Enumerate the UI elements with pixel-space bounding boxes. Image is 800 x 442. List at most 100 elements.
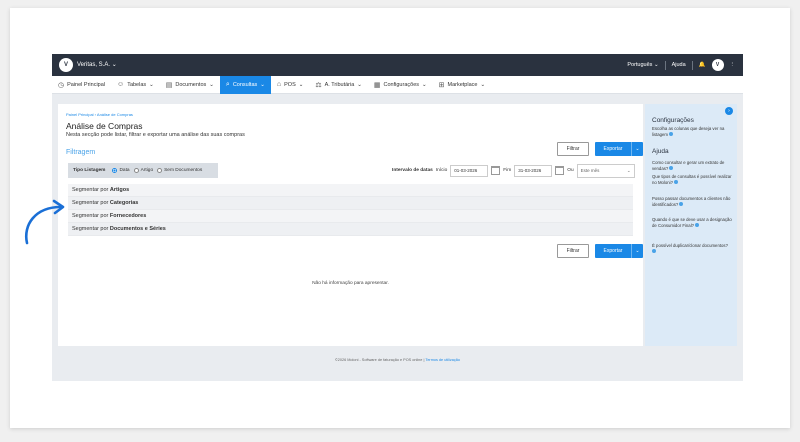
footer: ©2026 Moloni - Software de faturação e P… xyxy=(52,358,743,362)
chevron-down-icon: ⌄ xyxy=(653,62,659,68)
sidebar-toggle-icon[interactable]: › xyxy=(725,107,733,115)
filter-button-top[interactable]: Filtrar xyxy=(557,142,589,156)
language-label: Português xyxy=(627,62,653,68)
info-icon xyxy=(695,223,700,228)
menu-item-label: POS xyxy=(284,81,296,88)
filtragem-heading: Filtragem xyxy=(66,149,96,156)
sidebar-config-link[interactable]: Escolha as colunas que deseja ver na lis… xyxy=(652,126,732,137)
tipo-listagem-group: Tipo Listagem Data Artigo Sem Documentos xyxy=(68,163,218,178)
end-date-input[interactable]: 31-03-2026 xyxy=(514,164,553,177)
export-label: Exportar xyxy=(603,248,623,254)
tipo-listagem-options: Data Artigo Sem Documentos xyxy=(112,168,202,173)
segment-prefix: Segmentar por xyxy=(72,226,110,232)
calendar-icon[interactable] xyxy=(555,166,565,175)
app-window: V Veritas, S.A. ⌄ Português ⌄ Ajuda 🔔 V … xyxy=(52,54,743,381)
chevron-down-icon: ⌄ xyxy=(209,81,214,88)
avatar[interactable]: V xyxy=(711,59,724,71)
empty-message: Não há informação para apresentar. xyxy=(312,281,389,286)
help-link-item[interactable]: Que tipos de consultas é possível realiz… xyxy=(652,174,732,185)
bell-icon[interactable]: 🔔 xyxy=(699,62,706,68)
company-logo-icon[interactable]: V xyxy=(59,58,73,72)
divider xyxy=(664,60,666,70)
chevron-down-icon: ⌄ xyxy=(298,81,304,88)
segment-row[interactable]: Segmentar por Artigos xyxy=(68,184,633,197)
curved-arrow-icon xyxy=(24,199,65,245)
info-icon xyxy=(674,180,679,185)
tipo-option-2[interactable]: Sem Documentos xyxy=(157,168,202,173)
help-link-text: Que tipos de consultas é possível realiz… xyxy=(652,174,732,185)
sidebar-config-title: Configurações xyxy=(652,117,694,124)
segment-prefix: Segmentar por xyxy=(72,200,110,206)
help-link-item[interactable]: Posso passar documentos a clientes não i… xyxy=(652,196,732,207)
topbar: V Veritas, S.A. ⌄ Português ⌄ Ajuda 🔔 V … xyxy=(52,54,743,76)
start-label: Início xyxy=(435,168,448,173)
marketplace-icon: ⊞ xyxy=(438,81,445,89)
tipo-listagem-label: Tipo Listagem xyxy=(73,168,106,173)
tipo-option-label: Sem Documentos xyxy=(164,168,203,173)
help-link[interactable]: Ajuda xyxy=(672,62,686,68)
radio-icon[interactable] xyxy=(112,168,118,173)
menu-item-label: Configurações xyxy=(383,81,419,88)
menu-item-pos[interactable]: ⌂ POS ⌄ xyxy=(271,76,309,94)
help-link-item[interactable]: Como consultar e gerar um extrato de ven… xyxy=(652,160,732,171)
main-panel: Painel Principal › Análise de Compras An… xyxy=(58,104,643,346)
or-label: Ou xyxy=(567,168,574,173)
menu-item-marketplace[interactable]: ⊞ Marketplace ⌄ xyxy=(433,76,491,94)
segment-row[interactable]: Segmentar por Categorias xyxy=(68,197,633,210)
radio-icon[interactable] xyxy=(157,168,163,173)
segment-name: Fornecedores xyxy=(109,213,147,219)
info-icon xyxy=(669,132,674,137)
menu-item-configura-es[interactable]: ▦ Configurações ⌄ xyxy=(368,76,433,94)
menu-item-label: Painel Principal xyxy=(67,81,106,88)
help-link-item[interactable]: Quando é que se deve usar a designação d… xyxy=(652,217,732,228)
settings-icon: ▦ xyxy=(373,81,381,89)
segment-name: Artigos xyxy=(109,187,130,193)
chevron-down-icon: ⌄ xyxy=(357,81,362,88)
company-selector[interactable]: Veritas, S.A. ⌄ xyxy=(77,61,117,68)
radio-icon[interactable] xyxy=(133,168,139,173)
menu-item-label: Consultas xyxy=(232,81,258,88)
menu-item-tabelas[interactable]: ☺ Tabelas ⌄ xyxy=(111,76,160,94)
filter-button-bottom[interactable]: Filtrar xyxy=(557,244,589,258)
chevron-down-icon: ⌄ xyxy=(626,167,631,173)
breadcrumb[interactable]: Painel Principal › Análise de Compras xyxy=(66,112,133,117)
menu-item-consultas[interactable]: ⌕ Consultas ⌄ xyxy=(219,75,271,94)
info-icon xyxy=(669,166,674,171)
dashboard-icon: ◷ xyxy=(58,81,65,89)
menu-item-documentos[interactable]: ▤ Documentos ⌄ xyxy=(160,76,220,94)
calendar-icon[interactable] xyxy=(491,166,501,175)
terms-link[interactable]: Termos de utilização xyxy=(425,358,460,362)
period-select[interactable]: Este mês ⌄ xyxy=(576,163,635,178)
segment-prefix: Segmentar por xyxy=(72,187,110,193)
tipo-option-0[interactable]: Data xyxy=(112,168,130,173)
export-button-top[interactable]: Exportar ⌄ xyxy=(595,142,643,156)
help-link-text: É possível duplicar/clonar documentos? xyxy=(652,243,728,248)
help-link-text: Como consultar e gerar um extrato de ven… xyxy=(652,160,725,171)
segment-name: Categorias xyxy=(109,200,139,206)
start-date-input[interactable]: 01-03-2026 xyxy=(450,164,489,177)
segment-row[interactable]: Segmentar por Documentos e Séries xyxy=(68,223,633,236)
chevron-down-icon: ⌄ xyxy=(149,81,154,88)
date-range-label: Intervalo de datas xyxy=(392,168,433,173)
divider xyxy=(691,60,693,70)
help-link-item[interactable]: É possível duplicar/clonar documentos? xyxy=(652,243,732,254)
chevron-down-icon: ⌄ xyxy=(111,62,117,68)
menu-item-painel-principal[interactable]: ◷ Painel Principal xyxy=(52,76,111,94)
language-selector[interactable]: Português ⌄ xyxy=(627,62,658,68)
chevron-down-icon[interactable]: ⌄ xyxy=(631,244,643,258)
info-icon xyxy=(679,202,684,207)
help-link-text: Quando é que se deve usar a designação d… xyxy=(652,217,732,228)
export-button-bottom[interactable]: Exportar ⌄ xyxy=(595,244,643,258)
segment-prefix: Segmentar por xyxy=(72,213,110,219)
menu-item-a-tribut-ria[interactable]: ⚖ A. Tributária ⌄ xyxy=(309,76,368,94)
chevron-down-icon: ⌄ xyxy=(480,81,486,88)
document-icon: ▤ xyxy=(165,81,173,89)
end-label: Fim xyxy=(503,168,512,173)
sidebar-help-title: Ajuda xyxy=(652,148,669,155)
segment-row[interactable]: Segmentar por Fornecedores xyxy=(68,210,633,223)
chevron-down-icon[interactable]: ⌄ xyxy=(631,142,643,156)
chevron-down-icon: ⌄ xyxy=(422,81,427,88)
menu-item-label: Documentos xyxy=(175,81,207,88)
tipo-option-1[interactable]: Artigo xyxy=(133,168,153,173)
more-vertical-icon[interactable]: ⋮ xyxy=(730,62,736,68)
